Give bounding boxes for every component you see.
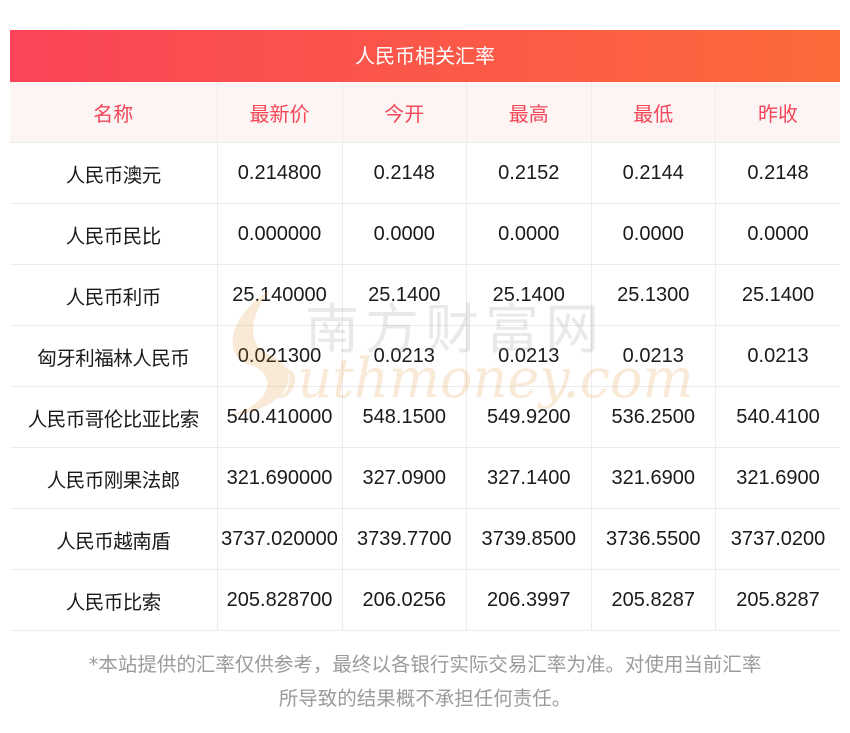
prev-close-price: 0.2148 (715, 142, 840, 204)
table-row: 人民币刚果法郎 321.690000 327.0900 327.1400 321… (10, 447, 840, 509)
table-row: 人民币民比 0.000000 0.0000 0.0000 0.0000 0.00… (10, 203, 840, 265)
low-price: 0.0000 (590, 203, 716, 265)
high-price: 0.0213 (466, 325, 591, 387)
low-price: 25.1300 (590, 264, 716, 326)
open-price: 3739.7700 (341, 508, 467, 570)
latest-price: 205.828700 (216, 569, 342, 631)
currency-pair-name: 人民币民比 (10, 203, 217, 265)
open-price: 327.0900 (341, 447, 467, 509)
high-price: 327.1400 (466, 447, 591, 509)
high-price: 3739.8500 (466, 508, 591, 570)
open-price: 206.0256 (341, 569, 467, 631)
column-header-high: 最高 (466, 82, 591, 143)
latest-price: 0.021300 (216, 325, 342, 387)
open-price: 548.1500 (341, 386, 467, 448)
latest-price: 540.410000 (216, 386, 342, 448)
open-price: 0.2148 (341, 142, 467, 204)
prev-close-price: 0.0000 (715, 203, 840, 265)
high-price: 0.0000 (466, 203, 591, 265)
low-price: 321.6900 (590, 447, 716, 509)
currency-pair-name: 匈牙利福林人民币 (10, 325, 217, 387)
latest-price: 0.214800 (216, 142, 342, 204)
table-row: 匈牙利福林人民币 0.021300 0.0213 0.0213 0.0213 0… (10, 325, 840, 387)
table-header-row: 名称 最新价 今开 最高 最低 昨收 (10, 82, 840, 143)
column-header-name: 名称 (10, 82, 217, 143)
exchange-rate-card: 人民币相关汇率 名称 最新价 今开 最高 最低 昨收 人民币澳元 0.21480… (10, 30, 840, 631)
open-price: 0.0213 (341, 325, 467, 387)
table-row: 人民币利币 25.140000 25.1400 25.1400 25.1300 … (10, 264, 840, 326)
low-price: 536.2500 (590, 386, 716, 448)
open-price: 0.0000 (341, 203, 467, 265)
low-price: 3736.5500 (590, 508, 716, 570)
currency-pair-name: 人民币哥伦比亚比索 (10, 386, 217, 448)
column-header-open: 今开 (341, 82, 467, 143)
low-price: 0.2144 (590, 142, 716, 204)
high-price: 206.3997 (466, 569, 591, 631)
table-row: 人民币澳元 0.214800 0.2148 0.2152 0.2144 0.21… (10, 142, 840, 204)
high-price: 0.2152 (466, 142, 591, 204)
open-price: 25.1400 (341, 264, 467, 326)
prev-close-price: 3737.0200 (715, 508, 840, 570)
latest-price: 25.140000 (216, 264, 342, 326)
prev-close-price: 205.8287 (715, 569, 840, 631)
column-header-low: 最低 (590, 82, 716, 143)
prev-close-price: 321.6900 (715, 447, 840, 509)
currency-pair-name: 人民币比索 (10, 569, 217, 631)
table-row: 人民币越南盾 3737.020000 3739.7700 3739.8500 3… (10, 508, 840, 570)
prev-close-price: 25.1400 (715, 264, 840, 326)
currency-pair-name: 人民币澳元 (10, 142, 217, 204)
low-price: 205.8287 (590, 569, 716, 631)
high-price: 549.9200 (466, 386, 591, 448)
latest-price: 321.690000 (216, 447, 342, 509)
table-row: 人民币比索 205.828700 206.0256 206.3997 205.8… (10, 569, 840, 631)
latest-price: 0.000000 (216, 203, 342, 265)
disclaimer-line-2: 所导致的结果概不承担任何责任。 (278, 687, 572, 710)
currency-pair-name: 人民币利币 (10, 264, 217, 326)
exchange-rate-table: 名称 最新价 今开 最高 最低 昨收 人民币澳元 0.214800 0.2148… (10, 82, 840, 631)
table-title: 人民币相关汇率 (10, 30, 840, 82)
disclaimer-footnote: *本站提供的汇率仅供参考，最终以各银行实际交易汇率为准。对使用当前汇率 所导致的… (10, 648, 840, 716)
prev-close-price: 0.0213 (715, 325, 840, 387)
prev-close-price: 540.4100 (715, 386, 840, 448)
column-header-latest: 最新价 (216, 82, 342, 143)
table-row: 人民币哥伦比亚比索 540.410000 548.1500 549.9200 5… (10, 386, 840, 448)
high-price: 25.1400 (466, 264, 591, 326)
currency-pair-name: 人民币刚果法郎 (10, 447, 217, 509)
currency-pair-name: 人民币越南盾 (10, 508, 217, 570)
column-header-prev-close: 昨收 (715, 82, 840, 143)
low-price: 0.0213 (590, 325, 716, 387)
disclaimer-line-1: *本站提供的汇率仅供参考，最终以各银行实际交易汇率为准。对使用当前汇率 (88, 653, 762, 676)
latest-price: 3737.020000 (216, 508, 342, 570)
